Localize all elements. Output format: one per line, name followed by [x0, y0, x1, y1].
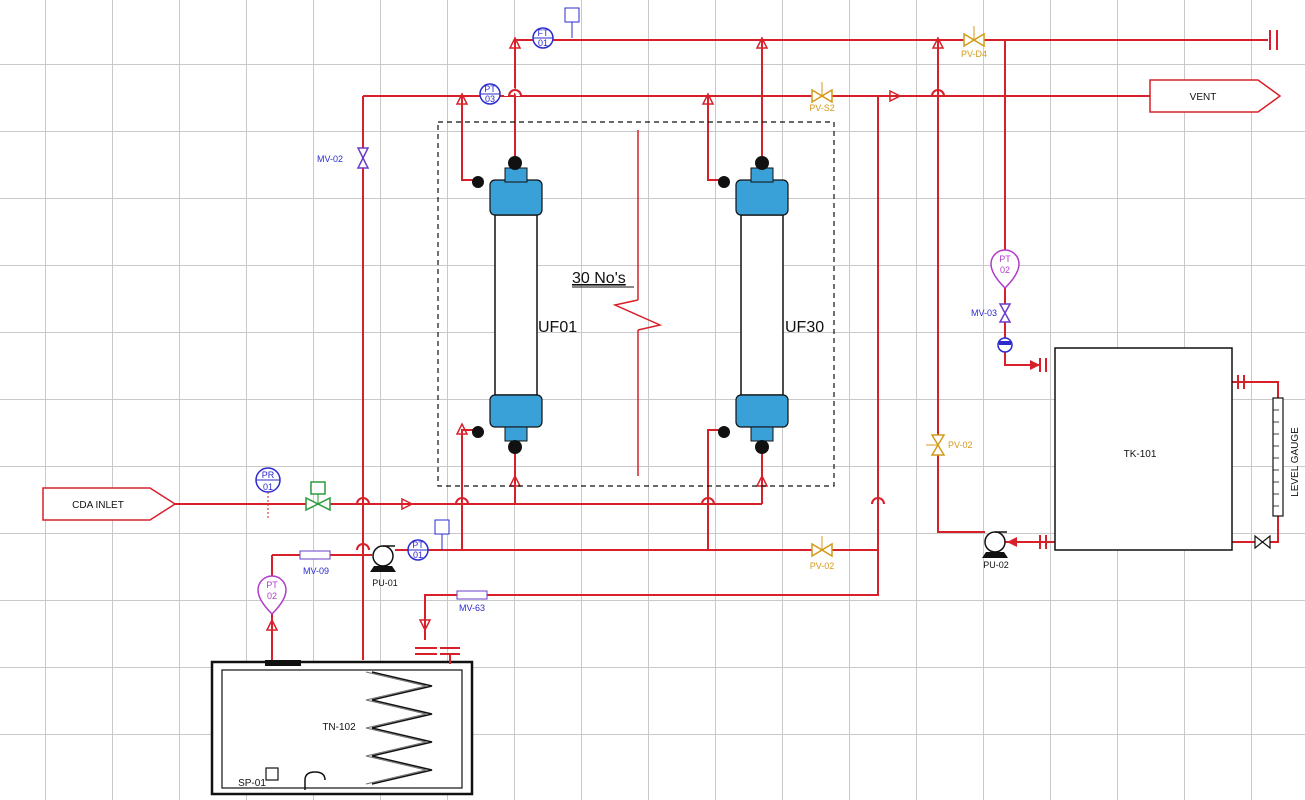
valve-mv63[interactable]: MV-63 — [456, 590, 488, 613]
mv63-label: MV-63 — [459, 603, 485, 613]
uf01-membrane[interactable]: UF01 — [472, 156, 577, 454]
pvs2-label: PV-S2 — [809, 103, 835, 113]
sp01-label: SP-01 — [238, 778, 266, 789]
vent-box: VENT — [1149, 79, 1282, 113]
pipe-pt02-tank-line — [1004, 40, 1040, 366]
instrument-ft01[interactable]: FT 01 — [532, 7, 580, 49]
pipe-uf01-side-top — [461, 96, 478, 181]
pt02-bottom-tag-bottom: 02 — [267, 591, 277, 601]
level-gauge: LEVEL GAUGE — [1272, 397, 1301, 517]
pipe-mv63-return — [424, 96, 879, 640]
valve-pv02-right[interactable]: PV-02 — [926, 434, 973, 456]
mv03-label: MV-03 — [971, 308, 997, 318]
valve-mv03[interactable]: MV-03 — [971, 303, 1012, 323]
pu01-label: PU-01 — [372, 578, 398, 588]
valve-pvs2[interactable]: PV-S2 — [809, 82, 835, 113]
pid-diagram: CDA INLET VENT 30 No's UF01 UF30 FT 01 P… — [42, 7, 1301, 796]
level-gauge-label: LEVEL GAUGE — [1290, 427, 1301, 497]
uf30-label: UF30 — [785, 319, 824, 336]
uf30-membrane[interactable]: UF30 — [718, 156, 824, 454]
ft01-tag-top: FT — [538, 28, 549, 38]
count-note-label: 30 No's — [572, 270, 626, 287]
pipe-uf01-side-bottom — [461, 429, 478, 550]
valve-solenoid-cda[interactable] — [305, 481, 331, 512]
pr01-tag-top: PR — [262, 470, 275, 480]
pipe-uf30-side-top — [707, 96, 724, 181]
flow-indicator — [997, 337, 1013, 353]
instrument-pr01[interactable]: PR 01 — [255, 467, 281, 520]
valve-mv02[interactable]: MV-02 — [317, 147, 370, 169]
pt01-tag-top: PT — [412, 540, 424, 550]
instrument-pt02-right[interactable]: PT 02 — [990, 249, 1020, 290]
uf01-label: UF01 — [538, 319, 577, 336]
pipe-pv02-right-line — [937, 40, 985, 533]
break-symbol — [612, 299, 663, 331]
pr01-tag-bottom: 01 — [263, 482, 273, 492]
valve-mv09[interactable]: MV-09 — [299, 550, 331, 576]
pump-pu02[interactable]: PU-02 — [982, 531, 1009, 570]
mv02-label: MV-02 — [317, 154, 343, 164]
ft01-tag-bottom: 01 — [538, 38, 548, 48]
tn102-label: TN-102 — [322, 722, 356, 733]
tank-tn102[interactable]: TN-102 SP-01 — [210, 647, 474, 796]
valve-pvd4[interactable]: PV-D4 — [961, 26, 987, 59]
pt02-right-tag-top: PT — [999, 254, 1011, 264]
pt02-bottom-tag-top: PT — [266, 580, 278, 590]
pv02-right-label: PV-02 — [948, 440, 973, 450]
tk101-label: TK-101 — [1124, 449, 1157, 460]
pt02-right-tag-bottom: 02 — [1000, 265, 1010, 275]
pump-pu01[interactable]: PU-01 — [370, 545, 398, 588]
tank-tk101[interactable]: TK-101 — [1039, 347, 1245, 551]
pipe-uf30-side-bottom — [707, 429, 724, 550]
instrument-pt02-bottom[interactable]: PT 02 — [257, 575, 287, 616]
pt01-tag-bottom: 01 — [413, 550, 423, 560]
pv02-bottom-label: PV-02 — [810, 561, 835, 571]
instrument-pt01[interactable]: PT 01 — [407, 519, 450, 561]
valve-level-gauge-drain[interactable] — [1254, 534, 1271, 550]
cda-inlet-box: CDA INLET — [42, 487, 177, 521]
pvd4-label: PV-D4 — [961, 49, 987, 59]
pt03-tag-bottom: 03 — [485, 94, 495, 104]
valve-pv02-bottom[interactable]: PV-02 — [810, 536, 835, 571]
pu02-label: PU-02 — [983, 560, 1009, 570]
vent-label: VENT — [1190, 92, 1217, 103]
cda-inlet-label: CDA INLET — [72, 500, 124, 511]
pt03-tag-top: PT — [484, 84, 496, 94]
mv09-label: MV-09 — [303, 566, 329, 576]
instrument-pt03[interactable]: PT 03 — [479, 83, 501, 105]
